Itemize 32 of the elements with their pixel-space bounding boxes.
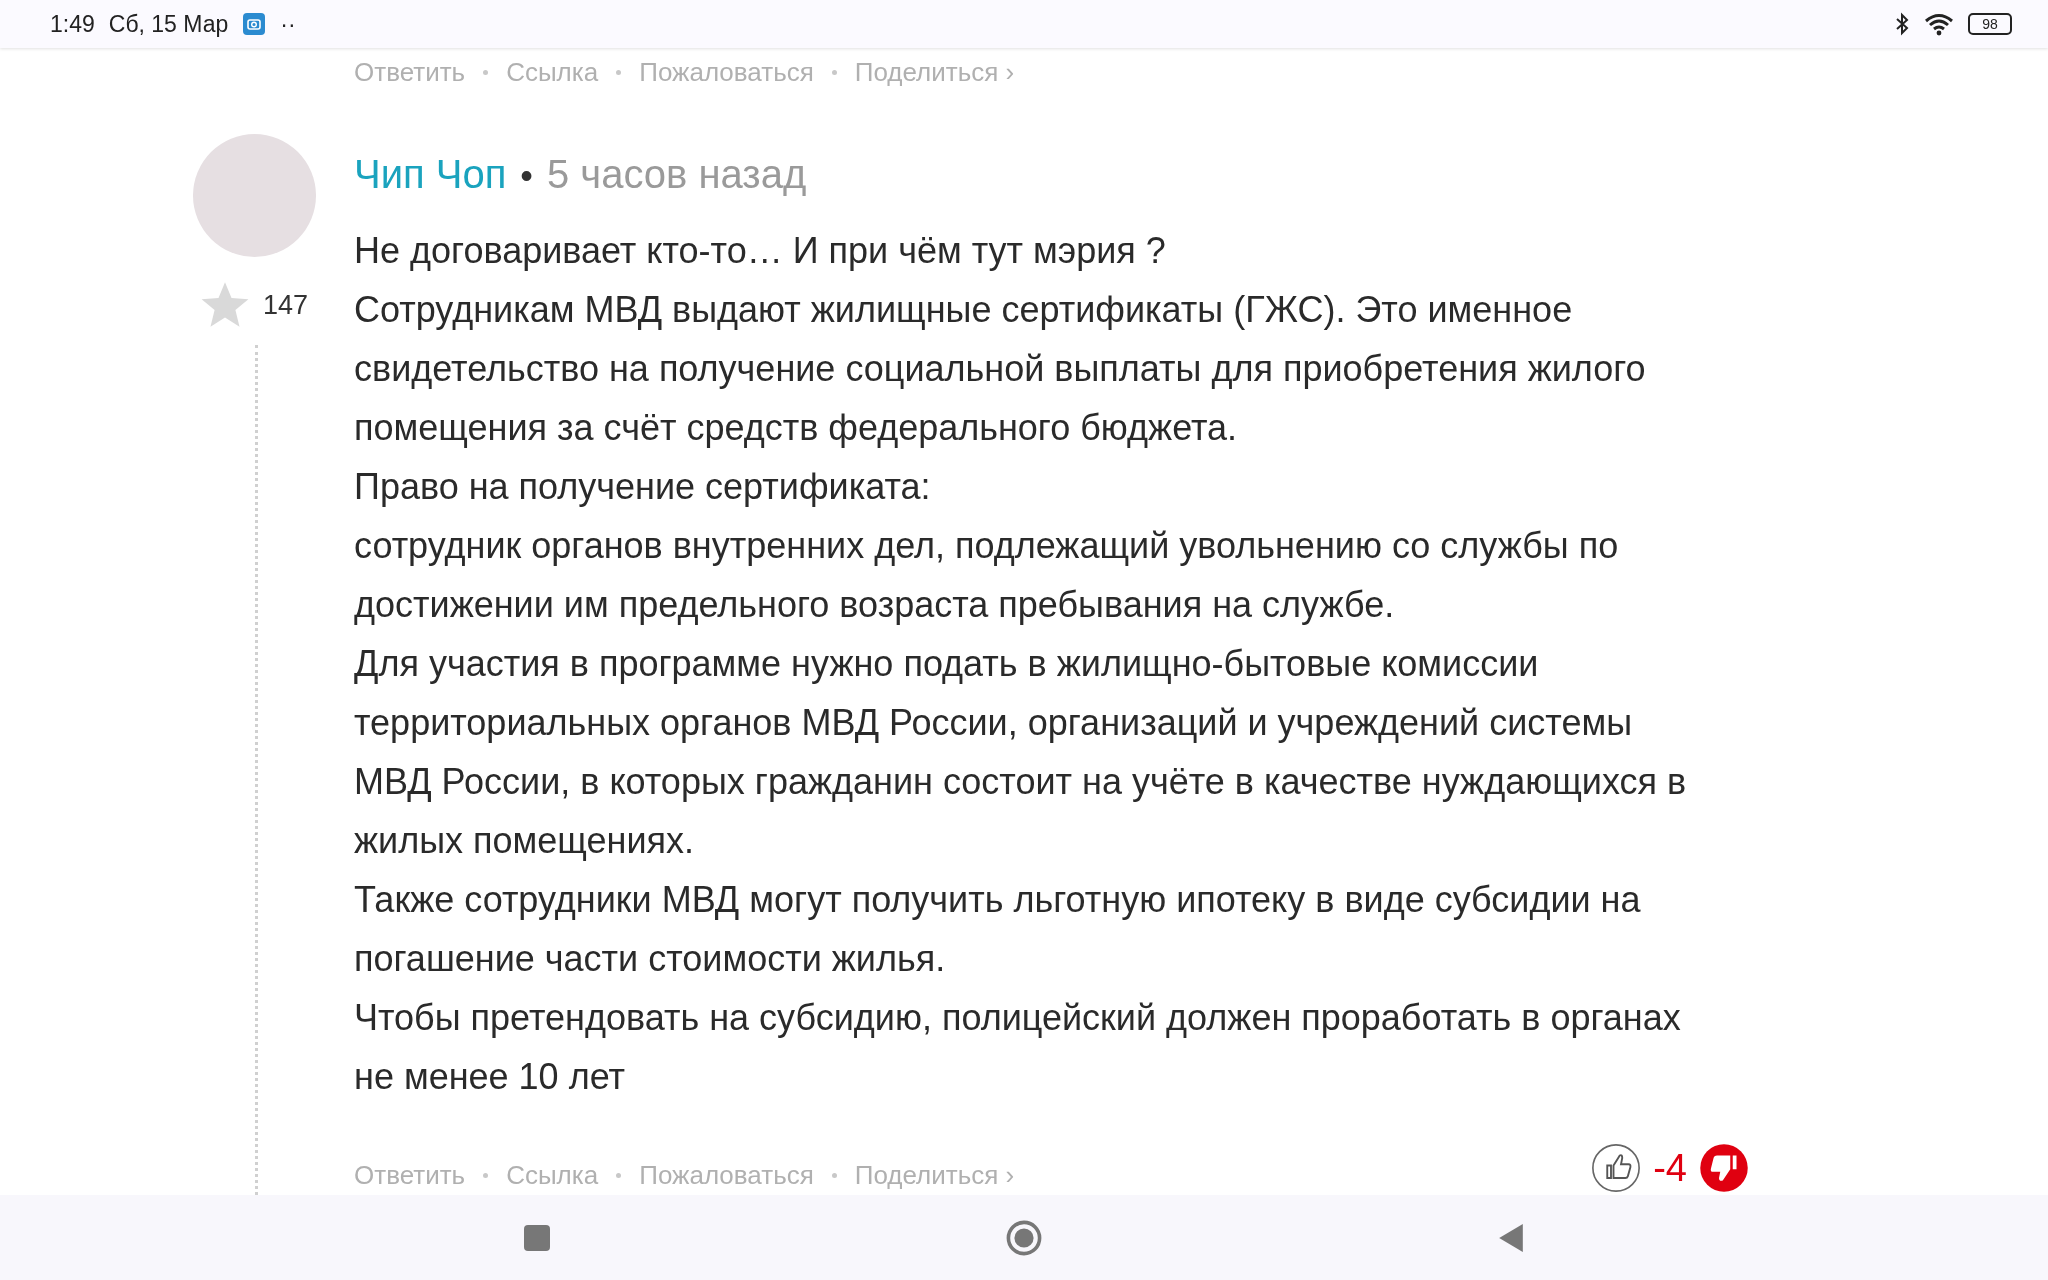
home-icon[interactable] [1006, 1219, 1042, 1256]
comment-paragraph: Не договаривает кто-то… И при чём тут мэрия ? [354, 229, 1167, 273]
comment-paragraph: Чтобы претендовать на субсидию, полицейский должен проработать в органах не менее 10 лет [354, 996, 1682, 1099]
thumbs-up-icon[interactable] [1591, 1143, 1642, 1193]
comment-paragraph: Право на получение сертификата: [354, 465, 932, 509]
comment-paragraph: Также сотрудники МВД могут получить льготную ипотеку в виде субсидии на погашение части стоимости жилья. [354, 878, 1642, 981]
comment-paragraph: Сотрудникам МВД выдают жилищные сертификаты (ГЖС). Это именное свидетельство на получение социальной выплаты для приобретения жилого помещения за счёт средств федерального бюджета. [354, 288, 1647, 450]
comment-action-link[interactable]: Поделиться › [854, 1160, 1015, 1191]
comment-action-link[interactable]: Ссылка [506, 1160, 599, 1191]
comment-time: 5 часов назад [546, 152, 807, 197]
wifi-icon [1924, 12, 1954, 36]
clock-time: 1:49 [50, 10, 95, 38]
comment-paragraph: Для участия в программе нужно подать в жилищно-бытовые комиссии территориальных органов МВД России, организаций и учреждений системы МВД России, в которых гражданин состоит на учёте в качестве нуждающихся в жилых помещениях. [354, 642, 1688, 863]
back-icon[interactable] [1498, 1222, 1524, 1253]
separator-dot: • [520, 155, 533, 197]
comment-action-link[interactable]: Поделиться › [854, 56, 1015, 88]
comment-paragraph: сотрудник органов внутренних дел, подлежащий увольнению со службы по достижении им предельного возраста пребывания на службе. [354, 524, 1620, 627]
author-link[interactable]: Чип Чоп [354, 152, 507, 197]
date-text: Сб, 15 Мар [108, 10, 229, 38]
recent-apps-icon[interactable] [524, 1224, 550, 1251]
comment-action-link[interactable]: Ответить [354, 56, 466, 88]
battery-icon: 98 [1968, 13, 2012, 35]
comment-action-link[interactable]: Ответить [354, 1160, 466, 1191]
comment-action-link[interactable]: Пожаловаться [639, 56, 814, 88]
camera-icon [242, 12, 267, 36]
more-notifications-indicator: ·· [280, 10, 296, 38]
comment-action-link[interactable]: Пожаловаться [639, 1160, 814, 1191]
bluetooth-icon [1894, 12, 1910, 36]
user-rating: 147 [263, 289, 309, 321]
comment-score: -4 [1653, 1146, 1687, 1190]
thumbs-down-icon[interactable] [1699, 1143, 1749, 1193]
comment-action-link[interactable]: Ссылка [506, 56, 599, 88]
